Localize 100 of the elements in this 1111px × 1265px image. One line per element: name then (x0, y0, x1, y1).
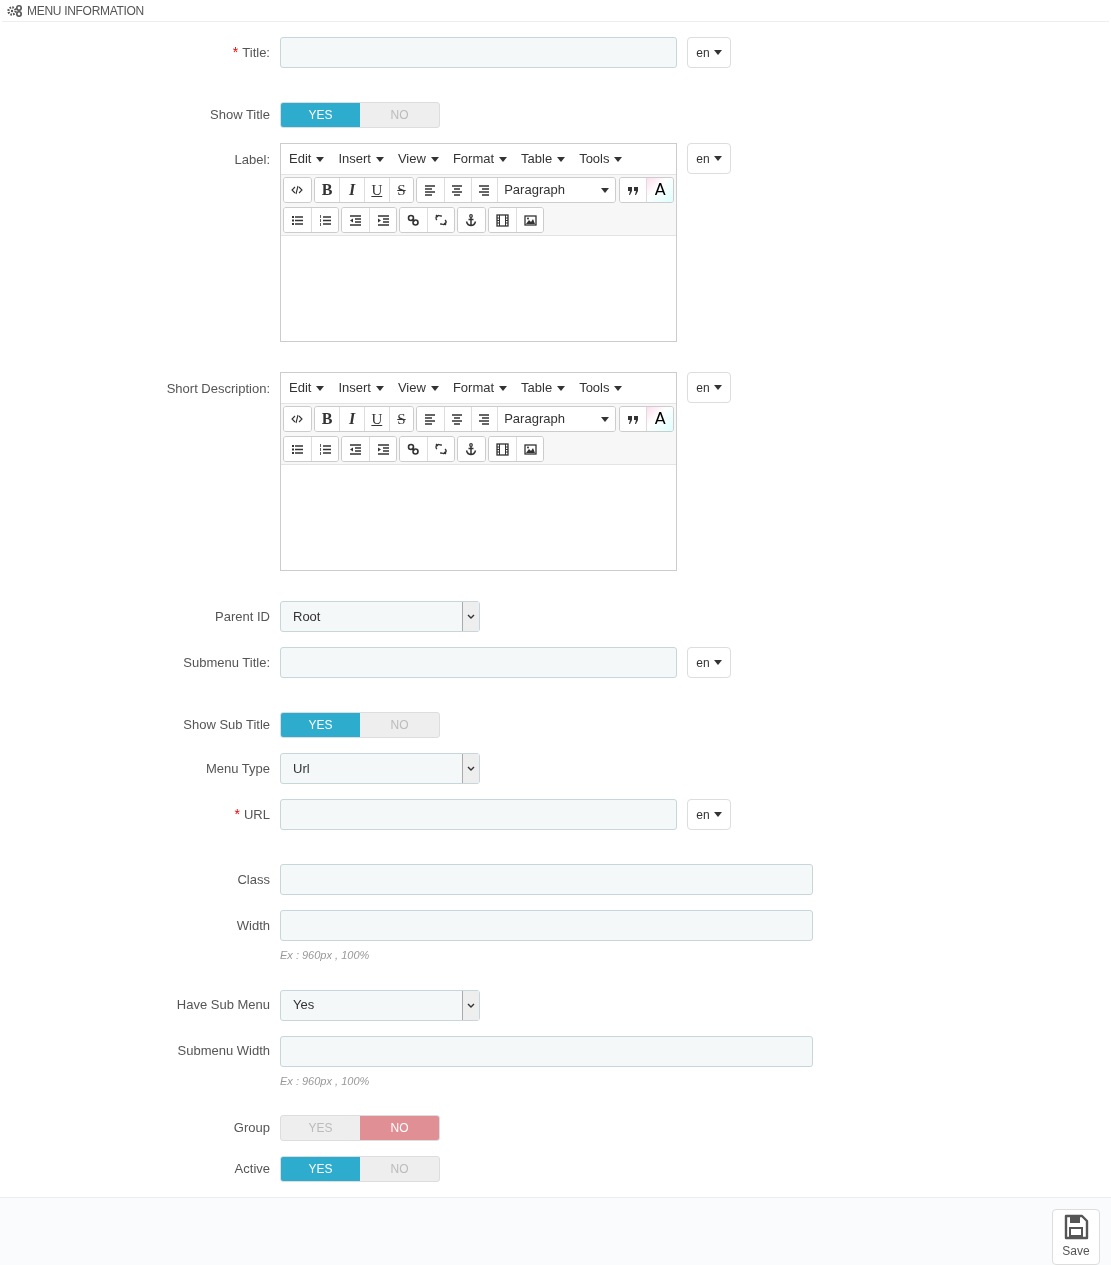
field-label: Submenu Width (177, 1042, 270, 1061)
caret-icon (614, 156, 623, 162)
quote-button[interactable] (619, 407, 647, 431)
caret-icon (375, 156, 384, 162)
align-left-button[interactable] (417, 407, 444, 431)
anchor-button[interactable] (458, 437, 485, 461)
block-format-dropdown[interactable]: Paragraph (497, 407, 615, 431)
text-field[interactable] (280, 910, 813, 941)
menu-button[interactable]: View (397, 149, 439, 169)
unlink-button[interactable] (427, 437, 454, 461)
field-label: Show Title (210, 106, 270, 125)
italic-button[interactable]: I (339, 407, 364, 431)
unlink-button[interactable] (427, 208, 454, 232)
menu-button[interactable]: Format (452, 378, 508, 398)
menu-button[interactable]: Insert (338, 378, 384, 398)
underline-button[interactable]: U (363, 407, 389, 431)
align-center-button[interactable] (443, 407, 471, 431)
outdent-button[interactable] (342, 437, 369, 461)
image-button[interactable] (516, 208, 543, 232)
caret-icon (600, 416, 609, 422)
menu-button[interactable]: View (397, 378, 439, 398)
align-right-button[interactable] (470, 178, 498, 202)
menu-button[interactable]: Table (521, 149, 566, 169)
indent-button[interactable] (369, 437, 396, 461)
dropdown[interactable]: Yes (280, 989, 480, 1021)
caret-icon (316, 156, 325, 162)
field-label: Menu Type (205, 759, 270, 778)
language-button[interactable]: en (687, 799, 731, 830)
bold-button[interactable]: B (314, 178, 340, 202)
menu-button[interactable]: Table (521, 378, 566, 398)
panel-title: MENU INFORMATION (27, 2, 144, 20)
code-icon (290, 412, 304, 426)
dropdown[interactable]: Url (280, 753, 480, 784)
indent-button[interactable] (369, 208, 396, 232)
anchor-button[interactable] (458, 208, 485, 232)
unlink-icon (434, 213, 448, 227)
text-field[interactable] (280, 1035, 813, 1067)
gears-icon (7, 4, 23, 17)
bullet-list-icon (291, 442, 304, 456)
text-field[interactable] (280, 647, 677, 678)
text-color-button[interactable]: A (646, 407, 673, 431)
caret-icon (557, 156, 566, 162)
code-button[interactable] (284, 407, 311, 431)
strikethrough-button[interactable]: S (388, 407, 414, 431)
save-button[interactable]: Save (1052, 1209, 1100, 1265)
align-left-button[interactable] (417, 178, 444, 202)
film-button[interactable] (489, 437, 516, 461)
language-button[interactable]: en (687, 372, 731, 403)
numbered-list-icon (318, 442, 332, 456)
caret-icon (375, 385, 384, 391)
text-color-button[interactable]: A (646, 178, 673, 202)
caret-icon (499, 385, 508, 391)
film-icon (496, 442, 509, 456)
code-button[interactable] (284, 178, 311, 202)
text-field[interactable] (280, 799, 677, 830)
menu-button[interactable]: Tools (579, 149, 623, 169)
link-button[interactable] (400, 437, 427, 461)
menu-button[interactable]: Edit (289, 149, 325, 169)
menu-button[interactable]: Edit (289, 378, 325, 398)
image-icon (523, 442, 537, 456)
text-field[interactable] (280, 37, 677, 68)
text-field[interactable] (280, 864, 813, 895)
bullet-list-button[interactable] (284, 208, 311, 232)
field-label: Width (236, 916, 270, 935)
underline-button[interactable]: U (363, 178, 389, 202)
italic-button[interactable]: I (339, 178, 364, 202)
outdent-button[interactable] (342, 208, 369, 232)
anchor-icon (465, 442, 478, 456)
align-left-icon (424, 183, 438, 197)
align-right-button[interactable] (470, 407, 498, 431)
strikethrough-button[interactable]: S (388, 178, 414, 202)
caret-icon (499, 156, 508, 162)
language-button[interactable]: en (687, 647, 731, 678)
language-button[interactable]: en (687, 143, 731, 174)
chevron-icon (467, 766, 475, 771)
image-button[interactable] (516, 437, 543, 461)
code-icon (290, 183, 304, 197)
outdent-icon (349, 213, 362, 227)
field-label: Parent ID (215, 607, 270, 626)
bullet-list-button[interactable] (284, 437, 311, 461)
film-icon (496, 213, 509, 227)
field-label: Title: (242, 43, 270, 62)
dropdown[interactable]: Root (280, 601, 480, 632)
bold-button[interactable]: B (314, 407, 340, 431)
film-button[interactable] (489, 208, 516, 232)
indent-icon (376, 213, 390, 227)
quote-button[interactable] (619, 178, 647, 202)
language-button[interactable]: en (687, 37, 731, 68)
link-button[interactable] (400, 208, 427, 232)
block-format-dropdown[interactable]: Paragraph (497, 178, 615, 202)
field-label: Active (234, 1160, 270, 1179)
menu-button[interactable]: Tools (579, 378, 623, 398)
align-center-button[interactable] (443, 178, 471, 202)
menu-button[interactable]: Insert (338, 149, 384, 169)
align-center-icon (451, 412, 465, 426)
menu-button[interactable]: Format (452, 149, 508, 169)
caret-icon (713, 812, 722, 817)
caret-icon (557, 385, 566, 391)
numbered-list-button[interactable] (311, 437, 338, 461)
numbered-list-button[interactable] (311, 208, 338, 232)
